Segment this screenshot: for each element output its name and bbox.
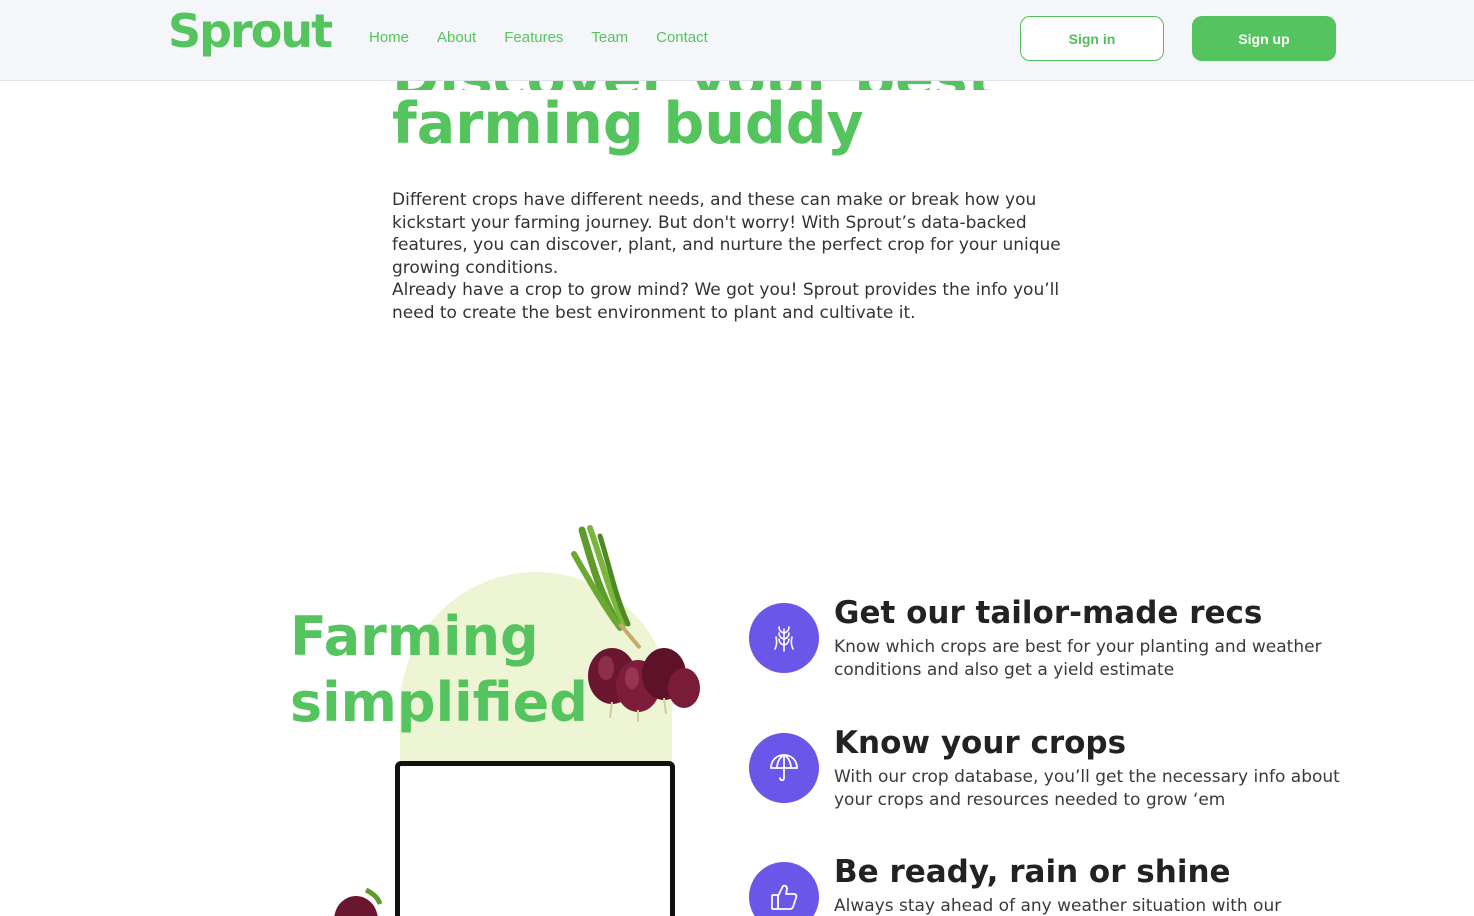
nav-about[interactable]: About [437,29,476,46]
feature-description: Always stay ahead of any weather situati… [834,896,1282,916]
main-nav: Home About Features Team Contact [369,29,736,46]
phone-mockup [395,761,675,916]
sign-in-button[interactable]: Sign in [1020,16,1164,61]
sprout-logo[interactable]: Sprout [168,4,333,58]
sign-up-button[interactable]: Sign up [1192,16,1336,61]
feature-title: Be ready, rain or shine [834,854,1231,890]
nav-contact[interactable]: Contact [656,29,708,46]
feature-title: Get our tailor-made recs [834,595,1263,631]
hero-description: Different crops have different needs, an… [392,189,1082,324]
nav-team[interactable]: Team [591,29,628,46]
nav-features[interactable]: Features [504,29,563,46]
farming-simplified-line1: Farming [290,605,539,668]
thumbs-up-icon [749,862,819,916]
umbrella-icon [749,733,819,803]
feature-description: Know which crops are best for your plant… [834,637,1322,680]
feature-description: With our crop database, you’ll get the n… [834,767,1340,810]
hero-paragraph-1: Different crops have different needs, an… [392,190,1061,278]
red-onion-image-small [334,887,383,916]
hero-title-line2: farming buddy [392,91,864,157]
top-navbar: Sprout Home About Features Team Contact … [0,0,1474,81]
nav-home[interactable]: Home [369,29,409,46]
hero-paragraph-2: Already have a crop to grow mind? We got… [392,280,1060,323]
feature-title: Know your crops [834,725,1127,761]
wheat-icon [749,603,819,673]
farming-simplified-line2: simplified [290,671,588,734]
farming-simplified-title: Farming simplified [290,604,588,736]
